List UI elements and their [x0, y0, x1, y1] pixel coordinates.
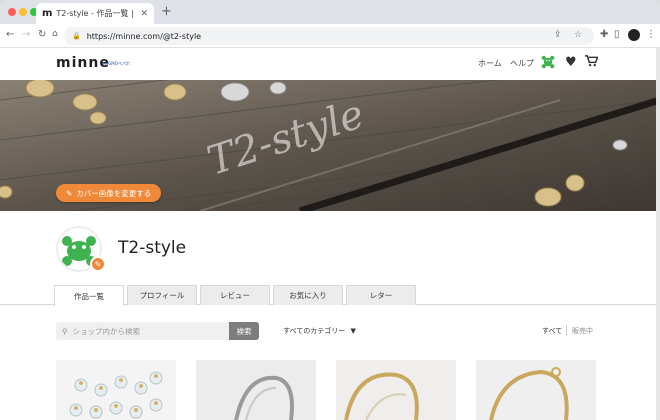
tab-strip: m T2-style - 作品一覧 | minne 日本 ✕ + — [0, 0, 660, 24]
change-cover-button[interactable]: ✎ カバー画像を変更する — [56, 184, 162, 202]
pencil-icon: ✎ — [94, 259, 102, 269]
gold-earring-photo — [336, 360, 456, 420]
logo-subtext: by GMOペパボ — [102, 61, 130, 66]
product-thumbnail[interactable] — [476, 360, 596, 420]
tab-reviews[interactable]: レビュー — [200, 285, 270, 305]
side-panel-icon[interactable]: ▯ — [614, 29, 620, 40]
forward-arrow-icon[interactable]: → — [22, 29, 30, 40]
lock-icon: 🔒 — [72, 32, 81, 40]
close-window-button[interactable] — [8, 8, 16, 16]
home-icon[interactable]: ⌂ — [52, 29, 58, 39]
new-tab-button[interactable]: + — [161, 4, 172, 19]
minne-favicon-icon: m — [42, 8, 53, 19]
category-dropdown[interactable]: すべてのカテゴリー ▼ — [283, 326, 356, 336]
shop-name: T2-style — [118, 238, 187, 258]
filter-divider — [566, 325, 567, 335]
chevron-down-icon: ▼ — [350, 327, 356, 335]
filter-on-sale-link[interactable]: 販売中 — [572, 326, 593, 336]
share-icon[interactable]: ⇪ — [554, 30, 562, 40]
tab-favorites[interactable]: お気に入り — [273, 285, 343, 305]
product-thumbnail[interactable] — [336, 360, 456, 420]
browser-tab[interactable]: m T2-style - 作品一覧 | minne 日本 ✕ — [36, 3, 154, 24]
extensions-puzzle-icon[interactable]: ✚ — [600, 29, 608, 40]
search-icon: ⚲ — [62, 326, 68, 336]
silver-ear-cuff-photo — [196, 360, 316, 420]
address-bar[interactable]: 🔒 https://minne.com/@t2-style ⇪ ☆ — [64, 27, 594, 45]
minimize-window-button[interactable] — [19, 8, 27, 16]
bookmark-star-icon[interactable]: ☆ — [574, 30, 582, 40]
gold-ring-earring-photo — [476, 360, 596, 420]
earring-backs-photo — [56, 360, 176, 420]
site-header: minne by GMOペパボ ホーム ヘルプ ♥ — [0, 48, 660, 80]
browser-menu-icon[interactable]: ⋮ — [646, 29, 656, 40]
filter-all-link[interactable]: すべて — [542, 326, 562, 336]
tab-letters[interactable]: レター — [346, 285, 416, 305]
reload-icon[interactable]: ↻ — [38, 29, 46, 40]
tab-works[interactable]: 作品一覧 — [54, 285, 124, 306]
category-label: すべてのカテゴリー — [283, 327, 346, 335]
user-frog-icon[interactable] — [541, 55, 555, 69]
browser-window: m T2-style - 作品一覧 | minne 日本 ✕ + ← → ↻ ⌂… — [0, 0, 660, 420]
search-button[interactable]: 検索 — [229, 322, 259, 340]
change-cover-label: カバー画像を変更する — [76, 188, 152, 198]
close-tab-icon[interactable]: ✕ — [140, 9, 148, 19]
tab-profile[interactable]: プロフィール — [127, 285, 197, 305]
tab-title: T2-style - 作品一覧 | minne 日本 — [56, 9, 136, 18]
back-arrow-icon[interactable]: ← — [6, 29, 14, 40]
url-text: https://minne.com/@t2-style — [86, 31, 202, 41]
nav-home-link[interactable]: ホーム — [478, 58, 502, 69]
product-thumbnail[interactable] — [56, 360, 176, 420]
edit-avatar-button[interactable]: ✎ — [90, 256, 106, 272]
nav-help-link[interactable]: ヘルプ — [510, 58, 534, 69]
search-placeholder: ショップ内から検索 — [72, 326, 141, 336]
cart-icon[interactable] — [585, 55, 598, 67]
profile-tabs: 作品一覧 プロフィール レビュー お気に入り レター — [0, 285, 660, 306]
page-scrollbar[interactable] — [656, 48, 660, 420]
shop-search-field[interactable]: ⚲ ショップ内から検索 — [56, 322, 229, 340]
profile-avatar-icon[interactable] — [628, 29, 640, 41]
product-thumbnail[interactable] — [196, 360, 316, 420]
pencil-icon: ✎ — [66, 188, 73, 198]
favorites-heart-icon[interactable]: ♥ — [565, 55, 577, 70]
browser-toolbar: ← → ↻ ⌂ 🔒 https://minne.com/@t2-style ⇪ … — [0, 24, 660, 48]
